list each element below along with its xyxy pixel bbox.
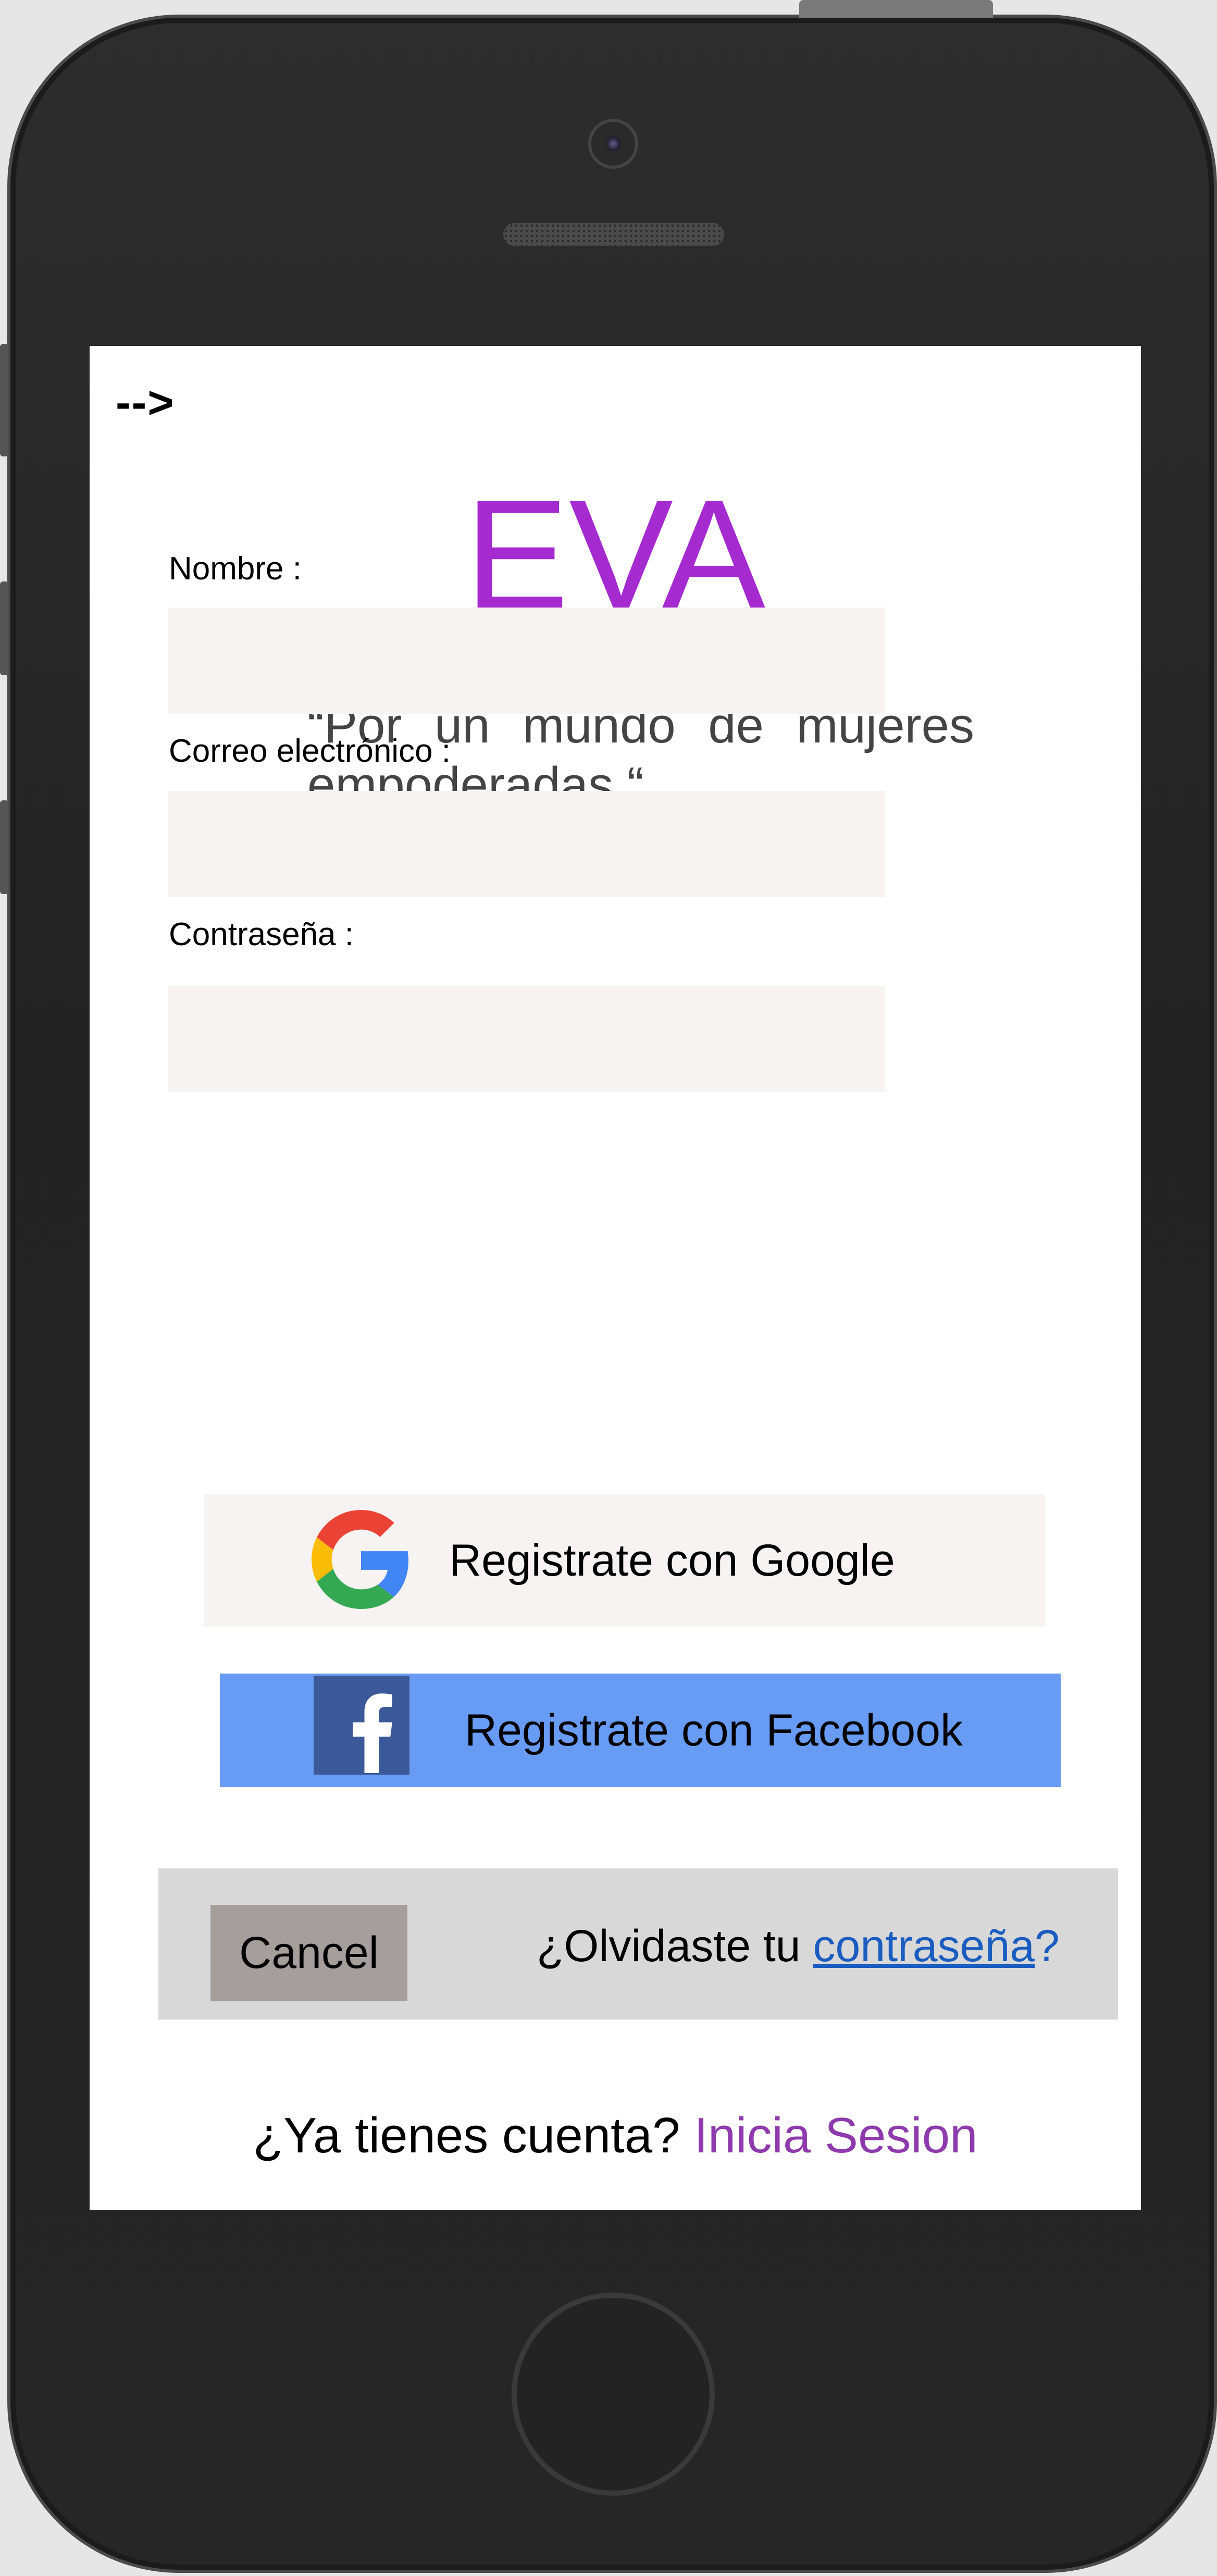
earpiece-speaker	[503, 223, 724, 246]
password-label: Contraseña :	[169, 917, 354, 952]
forgot-prefix: ¿Olvidaste tu	[537, 1921, 813, 1971]
bottom-action-bar: Cancel ¿Olvidaste tu contraseña?	[158, 1868, 1118, 2020]
stray-arrow-text: -->	[116, 378, 175, 428]
login-link[interactable]: Inicia Sesion	[694, 2108, 977, 2163]
home-button[interactable]	[512, 2293, 715, 2496]
mute-switch	[0, 344, 8, 456]
google-signup-button[interactable]: Registrate con Google	[204, 1494, 1045, 1627]
forgot-password-text: ¿Olvidaste tu contraseña?	[537, 1921, 1060, 1972]
volume-up-button	[0, 581, 8, 675]
power-button	[799, 0, 993, 18]
forgot-suffix: ?	[1035, 1921, 1060, 1971]
cancel-button[interactable]: Cancel	[210, 1905, 407, 2001]
google-icon	[312, 1510, 408, 1609]
front-camera	[588, 119, 638, 169]
facebook-signup-button[interactable]: Registrate con Facebook	[220, 1674, 1061, 1787]
email-label: Correo electrónico :	[169, 733, 451, 769]
have-account-line: ¿Ya tienes cuenta? Inicia Sesion	[90, 2107, 1141, 2164]
email-field[interactable]	[168, 791, 885, 897]
name-field[interactable]	[168, 608, 885, 714]
facebook-icon	[314, 1676, 409, 1775]
forgot-password-link[interactable]: contraseña	[813, 1921, 1035, 1971]
have-account-question: ¿Ya tienes cuenta?	[253, 2108, 694, 2163]
facebook-signup-label: Registrate con Facebook	[465, 1705, 963, 1755]
google-signup-label: Registrate con Google	[449, 1535, 895, 1586]
volume-down-button	[0, 800, 8, 894]
app-screen: --> EVA “Por un mundo de mujeres empoder…	[90, 346, 1141, 2210]
name-label: Nombre :	[169, 551, 302, 587]
password-field[interactable]	[168, 986, 885, 1092]
